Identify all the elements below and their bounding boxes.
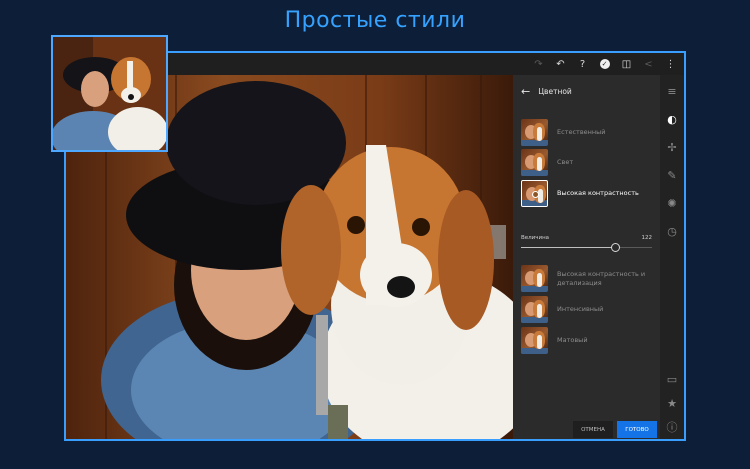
presets-icon[interactable]: ◐ (664, 111, 680, 127)
compare-icon[interactable]: ◫ (617, 56, 636, 72)
preset-item[interactable]: Матовый (521, 327, 656, 354)
preset-item[interactable]: Интенсивный (521, 296, 656, 323)
cancel-button[interactable]: ОТМЕНА (573, 421, 613, 438)
tool-rail: ≡ ◐ ✢ ✎ ✺ ◷ ▭ ★ ⓘ (660, 75, 684, 439)
check-icon[interactable]: ✓ (595, 56, 614, 72)
preset-label: Свет (557, 158, 574, 166)
preset-label: Высокая контрастность (557, 189, 639, 197)
undo-icon[interactable]: ↶ (551, 56, 570, 72)
done-button[interactable]: ГОТОВО (617, 421, 657, 438)
page-headline: Простые стили (284, 8, 466, 33)
info-icon[interactable]: ⓘ (664, 419, 680, 435)
back-arrow-icon[interactable]: ← (521, 85, 530, 98)
help-icon[interactable]: ? (573, 56, 592, 72)
preset-thumbnail (521, 119, 548, 146)
amount-value: 122 (641, 235, 653, 241)
history-icon[interactable]: ◷ (664, 223, 680, 239)
original-photo-inset (51, 35, 168, 152)
preset-thumbnail (521, 296, 548, 323)
preset-thumbnail (521, 265, 548, 292)
comment-icon[interactable]: ▭ (664, 371, 680, 387)
share-icon[interactable]: < (639, 56, 658, 72)
presets-panel: ← Цветной Естественный Свет Высокая конт… (513, 75, 660, 439)
more-icon[interactable]: ⋮ (661, 56, 680, 72)
preset-item-selected[interactable]: Высокая контрастность (521, 180, 656, 207)
adjust-badge-icon (532, 191, 539, 198)
panel-title: Цветной (538, 87, 572, 96)
star-icon[interactable]: ★ (664, 395, 680, 411)
preset-item[interactable]: Свет (521, 149, 656, 176)
sliders-icon[interactable]: ≡ (664, 83, 680, 99)
preset-thumbnail (521, 327, 548, 354)
preset-thumbnail (521, 180, 548, 207)
preset-label: Естественный (557, 128, 606, 136)
preset-label: Матовый (557, 336, 588, 344)
inset-illustration (53, 37, 166, 150)
preset-item[interactable]: Естественный (521, 119, 656, 146)
radial-icon[interactable]: ✺ (664, 195, 680, 211)
amount-slider-fill (521, 247, 616, 248)
preset-item[interactable]: Высокая контрастность и детализация (521, 265, 656, 292)
healing-icon[interactable]: ✢ (664, 139, 680, 155)
amount-slider-thumb[interactable] (610, 243, 620, 252)
brush-icon[interactable]: ✎ (664, 167, 680, 183)
redo-icon[interactable]: ↷ (529, 56, 548, 72)
preset-thumbnail (521, 149, 548, 176)
preset-label: Высокая контрастность и детализация (557, 269, 646, 287)
preset-label: Интенсивный (557, 305, 604, 313)
amount-label: Величина (521, 235, 550, 241)
